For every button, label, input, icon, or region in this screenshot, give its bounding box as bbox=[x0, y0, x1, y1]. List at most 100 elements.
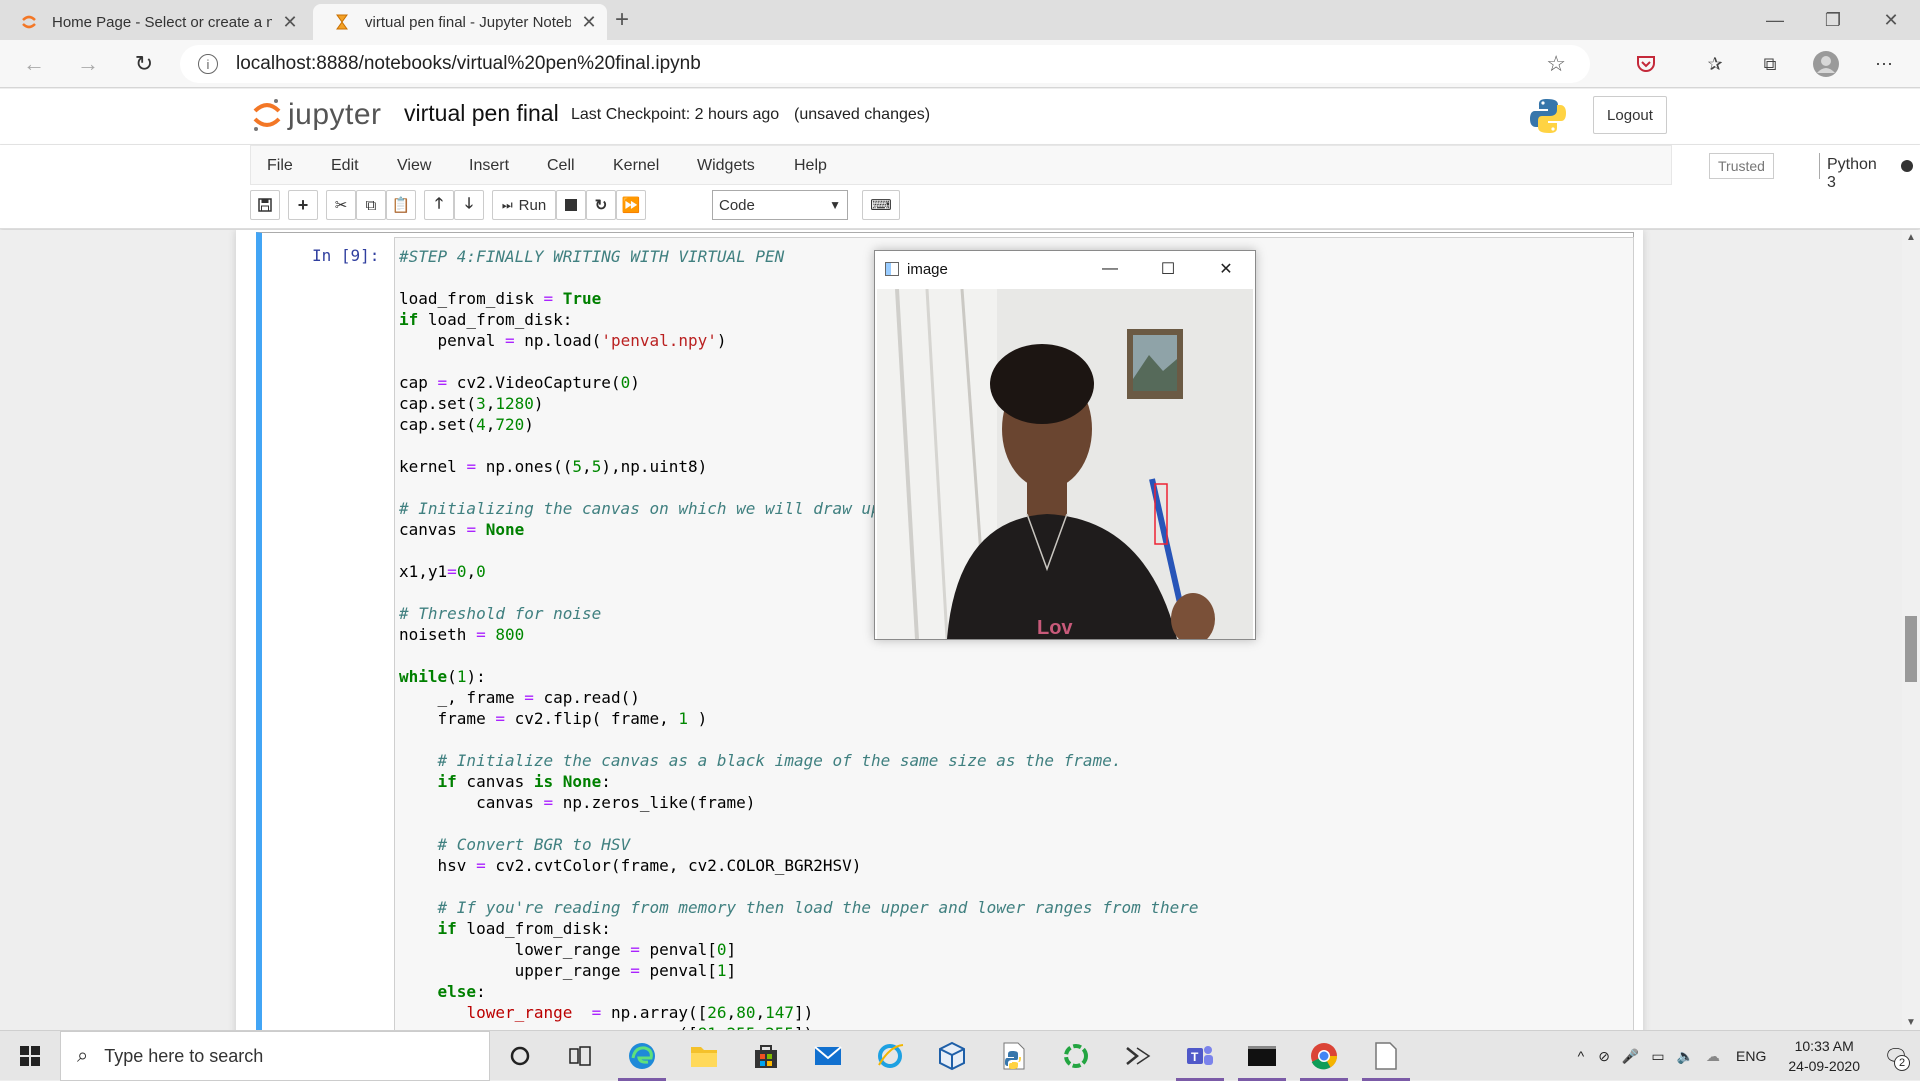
scrollbar-thumb[interactable] bbox=[1905, 616, 1917, 682]
move-down-button[interactable]: 🡓 bbox=[454, 190, 484, 220]
trusted-indicator[interactable]: Trusted bbox=[1709, 153, 1774, 179]
refresh-icon[interactable]: ↻ bbox=[128, 48, 160, 80]
clock-date: 24-09-2020 bbox=[1788, 1058, 1860, 1074]
close-icon[interactable]: ✕ bbox=[1862, 0, 1920, 40]
cortana-icon[interactable] bbox=[492, 1031, 548, 1081]
forward-arrow-icon[interactable]: → bbox=[72, 48, 104, 80]
teams-icon[interactable]: T bbox=[1172, 1031, 1228, 1081]
scroll-down-icon[interactable]: ▼ bbox=[1906, 1017, 1916, 1028]
insert-cell-button[interactable]: + bbox=[288, 190, 318, 220]
jupyter-logo[interactable]: jupyter bbox=[252, 97, 382, 133]
favorite-star-icon[interactable]: ☆ bbox=[1546, 51, 1566, 77]
save-status: (unsaved changes) bbox=[794, 106, 931, 123]
url-field[interactable]: i localhost:8888/notebooks/virtual%20pen… bbox=[180, 45, 1590, 83]
image-window-title: image bbox=[907, 260, 948, 278]
profile-avatar-icon[interactable] bbox=[1812, 50, 1840, 78]
collections-icon[interactable]: ⧉ bbox=[1756, 50, 1784, 78]
cell-prompt: In [9]: bbox=[312, 246, 380, 265]
blank-document-icon[interactable] bbox=[1358, 1031, 1414, 1081]
cell-type-value: Code bbox=[719, 196, 755, 214]
window-controls: — ❐ ✕ bbox=[1746, 0, 1920, 40]
show-hidden-icons-icon[interactable]: ^ bbox=[1578, 1048, 1585, 1064]
tab-close-icon[interactable]: ✕ bbox=[571, 12, 607, 33]
menu-edit[interactable]: Edit bbox=[331, 157, 359, 175]
paste-button[interactable]: 📋 bbox=[386, 190, 416, 220]
battery-icon[interactable]: ▭ bbox=[1651, 1048, 1664, 1065]
move-up-button[interactable]: 🡑 bbox=[424, 190, 454, 220]
scroll-up-icon[interactable]: ▲ bbox=[1906, 232, 1916, 243]
command-prompt-icon[interactable] bbox=[1234, 1031, 1290, 1081]
jupyter-logo-icon bbox=[253, 99, 281, 131]
minimize-icon[interactable]: — bbox=[1081, 251, 1139, 287]
menu-kernel[interactable]: Kernel bbox=[613, 157, 659, 175]
kernel-separator bbox=[1819, 153, 1820, 179]
window-app-icon bbox=[885, 262, 899, 276]
microphone-icon[interactable]: 🎤 bbox=[1622, 1048, 1639, 1065]
menu-help[interactable]: Help bbox=[794, 157, 827, 175]
windows-taskbar: ⌕ Type here to search T ^ ⊘ 🎤 ▭ 🔈 ☁ ENG … bbox=[0, 1030, 1920, 1081]
save-button[interactable] bbox=[250, 190, 280, 220]
mail-icon[interactable] bbox=[800, 1031, 856, 1081]
site-info-icon[interactable]: i bbox=[198, 54, 218, 74]
python-idle-icon[interactable] bbox=[986, 1031, 1042, 1081]
run-button[interactable]: ⏭ Run bbox=[492, 190, 556, 220]
start-button[interactable] bbox=[0, 1031, 60, 1081]
taskbar-search-input[interactable]: ⌕ Type here to search bbox=[60, 1031, 490, 1081]
command-palette-button[interactable]: ⌨ bbox=[862, 190, 900, 220]
menu-view[interactable]: View bbox=[397, 157, 431, 175]
interrupt-button[interactable] bbox=[556, 190, 586, 220]
image-window-controls: — ☐ ✕ bbox=[1081, 251, 1255, 287]
search-placeholder: Type here to search bbox=[104, 1045, 264, 1066]
notification-center-button[interactable]: 🗨 2 bbox=[1872, 1031, 1920, 1081]
menu-file[interactable]: File bbox=[267, 157, 293, 175]
jupyter-header: jupyter virtual pen final Last Checkpoin… bbox=[0, 89, 1920, 145]
language-indicator[interactable]: ENG bbox=[1736, 1048, 1766, 1064]
restart-run-all-button[interactable]: ⏩ bbox=[616, 190, 646, 220]
ring-app-icon[interactable] bbox=[1048, 1031, 1104, 1081]
minimize-icon[interactable]: — bbox=[1746, 0, 1804, 40]
image-window[interactable]: image — ☐ ✕ Lov bbox=[874, 250, 1256, 640]
back-arrow-icon[interactable]: ← bbox=[18, 48, 50, 80]
menu-cell[interactable]: Cell bbox=[547, 157, 575, 175]
3d-viewer-icon[interactable] bbox=[924, 1031, 980, 1081]
more-options-icon[interactable]: ⋯ bbox=[1870, 50, 1898, 78]
clock[interactable]: 10:33 AM 24-09-2020 bbox=[1788, 1036, 1860, 1076]
network-error-icon[interactable]: ⊘ bbox=[1598, 1048, 1610, 1065]
tab-home-page[interactable]: Home Page - Select or create a n ✕ bbox=[0, 4, 308, 40]
pocket-icon[interactable] bbox=[1632, 50, 1660, 78]
internet-explorer-icon[interactable] bbox=[862, 1031, 918, 1081]
logout-button[interactable]: Logout bbox=[1593, 96, 1667, 134]
save-icon bbox=[258, 198, 272, 212]
chevron-down-icon: ▼ bbox=[829, 198, 841, 212]
notebook-name[interactable]: virtual pen final bbox=[404, 100, 559, 127]
terminal-arrow-icon[interactable] bbox=[1110, 1031, 1166, 1081]
chrome-icon[interactable] bbox=[1296, 1031, 1352, 1081]
python-logo-icon bbox=[1530, 99, 1566, 133]
hourglass-icon bbox=[336, 14, 348, 30]
tab-close-icon[interactable]: ✕ bbox=[272, 12, 308, 33]
maximize-icon[interactable]: ☐ bbox=[1139, 251, 1197, 287]
close-icon[interactable]: ✕ bbox=[1197, 251, 1255, 287]
favorites-list-icon[interactable]: ✰ bbox=[1701, 50, 1729, 78]
system-tray: ^ ⊘ 🎤 ▭ 🔈 ☁ ENG 10:33 AM 24-09-2020 🗨 2 bbox=[1570, 1031, 1920, 1081]
cell-type-select[interactable]: Code ▼ bbox=[712, 190, 848, 220]
last-checkpoint: Last Checkpoint: 2 hours ago bbox=[571, 106, 780, 123]
cut-button[interactable]: ✂ bbox=[326, 190, 356, 220]
page-scrollbar[interactable]: ▲ ▼ bbox=[1902, 230, 1920, 1030]
tab-virtual-pen-final[interactable]: virtual pen final - Jupyter Noteb ✕ bbox=[313, 4, 607, 40]
volume-icon[interactable]: 🔈 bbox=[1677, 1048, 1694, 1065]
cloud-icon[interactable]: ☁ bbox=[1706, 1048, 1720, 1065]
address-bar: ← → ↻ i localhost:8888/notebooks/virtual… bbox=[0, 40, 1920, 88]
restore-icon[interactable]: ❐ bbox=[1804, 0, 1862, 40]
task-view-icon[interactable] bbox=[552, 1031, 608, 1081]
copy-button[interactable]: ⧉ bbox=[356, 190, 386, 220]
restart-button[interactable]: ↻ bbox=[586, 190, 616, 220]
new-tab-icon[interactable]: + bbox=[615, 6, 629, 34]
kernel-name[interactable]: Python 3 bbox=[1827, 156, 1877, 192]
tab-title: virtual pen final - Jupyter Noteb bbox=[365, 13, 571, 31]
menu-widgets[interactable]: Widgets bbox=[697, 157, 755, 175]
store-icon[interactable] bbox=[738, 1031, 794, 1081]
edge-browser-icon[interactable] bbox=[614, 1031, 670, 1081]
menu-insert[interactable]: Insert bbox=[469, 157, 509, 175]
file-explorer-icon[interactable] bbox=[676, 1031, 732, 1081]
